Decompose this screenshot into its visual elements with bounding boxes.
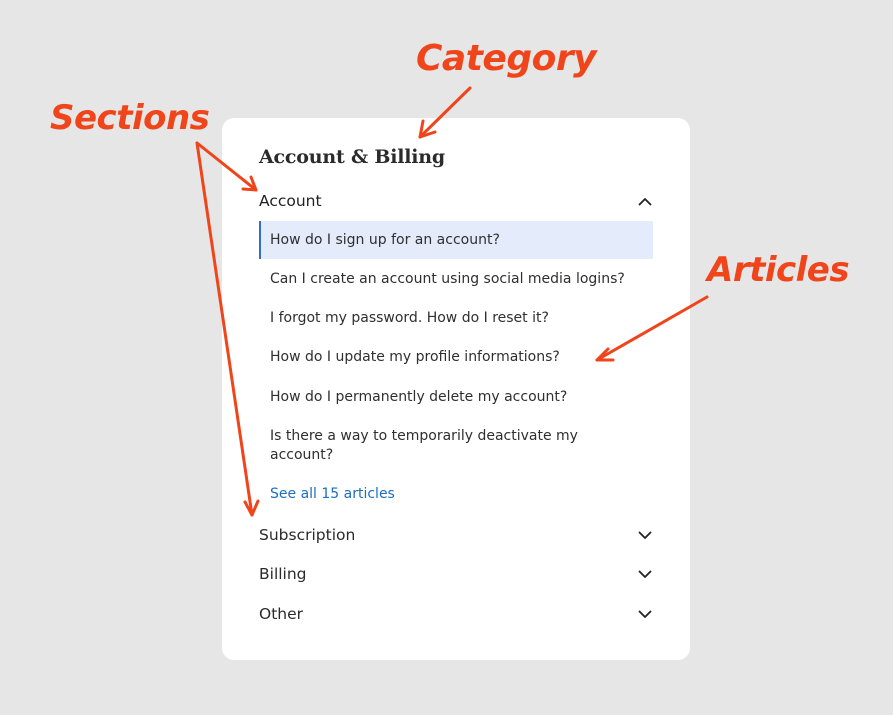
section-account-header[interactable]: Account [259, 189, 653, 213]
article-item[interactable]: How do I permanently delete my account? [259, 388, 653, 407]
chevron-down-icon [637, 566, 653, 582]
section-label: Subscription [259, 526, 356, 544]
annotation-category-label: Category [416, 38, 597, 79]
article-item[interactable]: Can I create an account using social med… [259, 270, 653, 289]
section-label: Billing [259, 565, 307, 583]
section-subscription-header[interactable]: Subscription [259, 523, 653, 547]
article-item[interactable]: Is there a way to temporarily deactivate… [259, 427, 619, 465]
see-all-articles-link[interactable]: See all 15 articles [270, 486, 395, 502]
section-other-header[interactable]: Other [259, 602, 653, 626]
category-title: Account & Billing [259, 146, 445, 168]
chevron-up-icon [637, 193, 653, 209]
section-billing-header[interactable]: Billing [259, 562, 653, 586]
chevron-down-icon [637, 527, 653, 543]
category-card: Account & Billing Account How do I sign … [222, 118, 690, 660]
article-item[interactable]: How do I sign up for an account? [259, 221, 653, 259]
article-item[interactable]: How do I update my profile informations? [259, 348, 653, 367]
annotation-articles-label: Articles [707, 250, 850, 290]
section-label: Other [259, 605, 304, 623]
section-label: Account [259, 192, 322, 210]
article-item[interactable]: I forgot my password. How do I reset it? [259, 309, 653, 328]
chevron-down-icon [637, 606, 653, 622]
annotation-sections-label: Sections [50, 98, 210, 138]
